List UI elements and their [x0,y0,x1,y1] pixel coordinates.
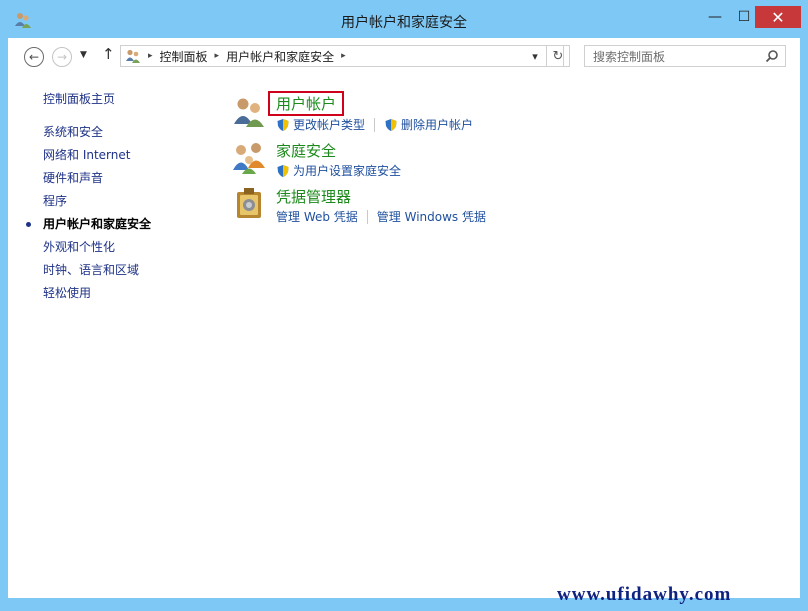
navigation-bar: ← → ▼ ↑ ▸ 控制面板 ▸ 用户帐户和家庭安全 ▸ ↻ ▾ [8,38,800,76]
category-links: 管理 Web 凭据 管理 Windows 凭据 [276,208,486,225]
family-safety-icon[interactable] [232,140,266,174]
change-account-type-link[interactable]: 更改帐户类型 [293,116,365,133]
credential-manager-icon[interactable] [232,186,266,220]
address-bar[interactable]: ▸ 控制面板 ▸ 用户帐户和家庭安全 ▸ [120,45,564,67]
sidebar-item-appearance[interactable]: 外观和个性化 [43,236,223,259]
client-area: ← → ▼ ↑ ▸ 控制面板 ▸ 用户帐户和家庭安全 ▸ ↻ ▾ 搜索控制面板 … [8,38,800,598]
control-panel-icon [126,49,140,63]
back-button[interactable]: ← [24,47,44,67]
recent-locations-button[interactable]: ▼ [80,50,87,60]
sidebar-item-system-security[interactable]: 系统和安全 [43,121,223,144]
sidebar-item-programs[interactable]: 程序 [43,190,223,213]
manage-windows-credentials-link[interactable]: 管理 Windows 凭据 [377,208,486,225]
up-button[interactable]: ↑ [102,45,115,63]
sidebar-item-hardware-sound[interactable]: 硬件和声音 [43,167,223,190]
sidebar: 控制面板主页 系统和安全 网络和 Internet 硬件和声音 程序 用户帐户和… [26,88,223,305]
category-title-credential-manager[interactable]: 凭据管理器 [276,186,351,207]
close-button[interactable]: ✕ [755,6,801,28]
watermark: www.ufidawhy.com [557,584,732,605]
shield-icon [277,118,289,131]
set-up-family-safety-link[interactable]: 为用户设置家庭安全 [293,162,401,179]
breadcrumb-separator[interactable]: ▸ [148,51,153,61]
search-input[interactable] [591,47,765,67]
sidebar-item-user-accounts[interactable]: 用户帐户和家庭安全 [26,213,223,236]
minimize-button[interactable]: — [703,6,727,28]
sidebar-item-clock-language[interactable]: 时钟、语言和区域 [43,259,223,282]
category-title-user-accounts[interactable]: 用户帐户 [268,91,345,116]
category-links: 更改帐户类型 删除用户帐户 [276,116,473,133]
maximize-button[interactable]: ☐ [732,6,756,28]
sidebar-item-home[interactable]: 控制面板主页 [43,88,223,111]
breadcrumb-control-panel[interactable]: 控制面板 [160,48,208,65]
sidebar-item-network[interactable]: 网络和 Internet [43,144,223,167]
shield-icon [277,164,289,177]
shield-icon [385,118,397,131]
category-links: 为用户设置家庭安全 [276,162,401,179]
manage-web-credentials-link[interactable]: 管理 Web 凭据 [276,208,358,225]
title-bar[interactable]: 用户帐户和家庭安全 — ☐ ✕ [0,0,808,38]
address-dropdown-button[interactable]: ▾ [526,46,544,66]
search-icon[interactable] [765,49,779,63]
link-divider [366,209,368,224]
current-item-bullet [26,222,31,227]
remove-user-account-link[interactable]: 删除用户帐户 [401,116,473,133]
forward-button[interactable]: → [52,47,72,67]
refresh-button[interactable]: ↻ [546,45,570,67]
breadcrumb-user-accounts-family-safety[interactable]: 用户帐户和家庭安全 [226,48,334,65]
window-title: 用户帐户和家庭安全 [341,15,467,31]
search-box[interactable] [584,45,786,67]
window: 用户帐户和家庭安全 — ☐ ✕ ← → ▼ ↑ ▸ 控制面板 ▸ 用户帐户和家庭… [0,0,808,611]
sidebar-item-label: 用户帐户和家庭安全 [43,217,152,231]
sidebar-item-ease-of-access[interactable]: 轻松使用 [43,282,223,305]
user-accounts-icon[interactable] [232,94,266,128]
link-divider [374,117,376,132]
breadcrumb-separator[interactable]: ▸ [215,51,220,61]
breadcrumb-separator[interactable]: ▸ [341,51,346,61]
category-title-family-safety[interactable]: 家庭安全 [276,140,336,161]
